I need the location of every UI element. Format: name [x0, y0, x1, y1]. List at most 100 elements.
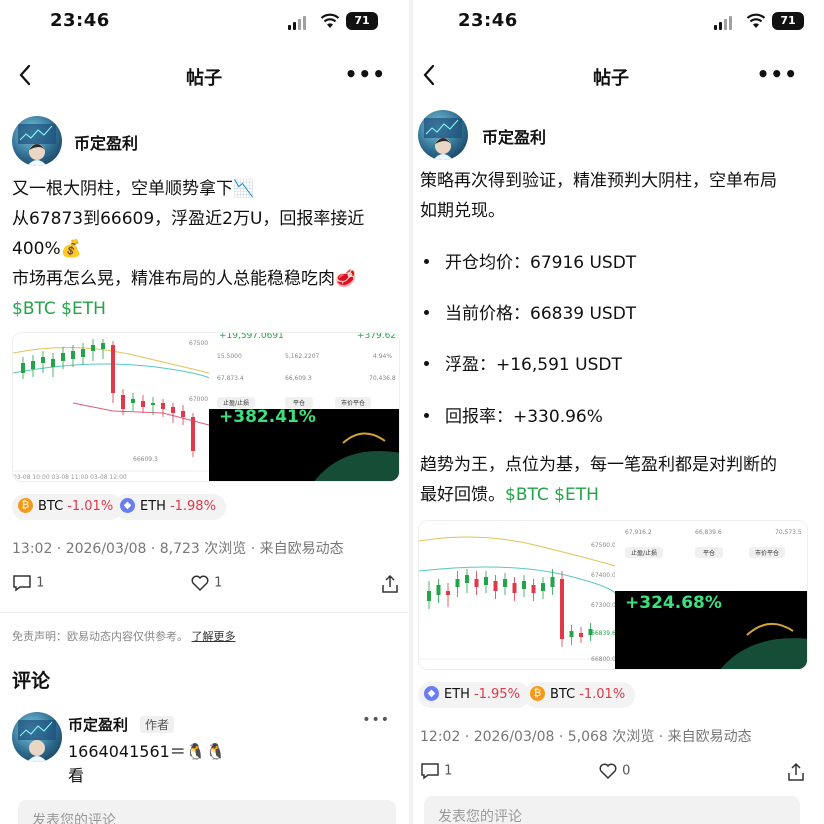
post-line: 最好回馈。 — [420, 485, 505, 505]
disclaimer-text: 免责声明：欧易动态内容仅供参考。 — [12, 630, 188, 643]
post-line: 市场再怎么晃，精准布局的人总能稳稳吃肉🥩 — [12, 269, 357, 289]
top-nav: 帖子 ••• — [0, 56, 408, 96]
bullet-dot — [424, 360, 429, 366]
btc-chip[interactable]: ₿ BTC -1.01% — [524, 682, 636, 708]
status-bar: 23:46 71 — [0, 10, 408, 36]
svg-text:67000: 67000 — [189, 396, 208, 403]
pnl-big: +382.41% — [219, 407, 316, 427]
cellular-signal-icon — [288, 16, 308, 30]
comment-input[interactable]: 发表您的评论 — [424, 796, 800, 824]
comment-author[interactable]: 币定盈利 — [68, 714, 128, 735]
learn-more-link[interactable]: 了解更多 — [192, 630, 236, 643]
battery-indicator: 71 — [346, 12, 378, 30]
bullet-item: 开仓均价：67916 USDT — [424, 248, 636, 273]
comment-item: 币定盈利 作者 ••• 1664041561＝🐧🐧 看 — [12, 712, 402, 792]
post-hashtags[interactable]: $BTC $ETH — [505, 485, 599, 505]
candle-body — [484, 577, 488, 585]
candle-body — [569, 631, 574, 637]
eth-chip[interactable]: ◆ ETH -1.95% — [418, 682, 530, 708]
chip-symbol: ETH — [140, 499, 166, 514]
candle-body — [31, 361, 35, 369]
chip-symbol: BTC — [38, 499, 64, 514]
share-button[interactable] — [380, 574, 400, 594]
candle-body — [436, 585, 441, 595]
post-line: 如期兑现。 — [420, 201, 505, 221]
like-button[interactable]: 1 — [190, 574, 222, 592]
heart-icon — [599, 763, 617, 780]
candle-body — [512, 583, 517, 593]
candle-body — [21, 363, 25, 373]
image-button: 市价平仓 — [335, 397, 372, 408]
candle-body — [151, 403, 155, 405]
comment-button[interactable]: 1 — [12, 574, 44, 592]
comment-text: 看 — [68, 766, 85, 785]
comments-heading: 评论 — [12, 670, 51, 692]
post-image[interactable]: 66609.3 67500 67000 03-08 10:00 03-08 11… — [12, 332, 400, 482]
comment-more-icon[interactable]: ••• — [362, 712, 390, 728]
cell: 70,436.8 — [369, 375, 396, 382]
post-actions: 1 1 — [12, 574, 398, 598]
candle-body — [121, 395, 125, 409]
candle-body — [455, 579, 460, 587]
candle-body — [171, 407, 175, 413]
candle-body — [161, 403, 165, 409]
chip-symbol: BTC — [550, 687, 576, 702]
post-body: 又一根大阴柱，空单顺势拿下📉 从67873到66609，浮盈近2万U，回报率接近… — [12, 174, 396, 324]
candle-body — [550, 577, 555, 587]
cell: 67,916.2 — [625, 529, 652, 536]
like-count: 0 — [622, 763, 631, 779]
eth-chip[interactable]: ◆ ETH -1.98% — [114, 494, 226, 520]
btc-chip[interactable]: ₿ BTC -1.01% — [12, 494, 124, 520]
comment-button[interactable]: 1 — [420, 762, 452, 780]
avatar[interactable] — [12, 712, 62, 762]
post-outro: 趋势为王，点位为基，每一笔盈利都是对判断的 最好回馈。$BTC $ETH — [420, 450, 810, 510]
bullet-text: 开仓均价：67916 USDT — [445, 253, 637, 273]
candle-body — [541, 583, 545, 591]
candle-body — [427, 591, 431, 601]
candlestick-chart: 67500.0 67400.0 67300.0 66839.6 66800.0 — [419, 521, 807, 669]
post-line: 趋势为王，点位为基，每一笔盈利都是对判断的 — [420, 455, 777, 475]
comment-text: 1664041561＝🐧🐧 — [68, 742, 226, 761]
candle-body — [111, 345, 115, 393]
image-button: 止盈/止损 — [625, 547, 664, 558]
like-button[interactable]: 0 — [598, 762, 630, 780]
svg-text:67500.0: 67500.0 — [591, 542, 616, 549]
post-author[interactable]: 币定盈利 — [12, 116, 312, 168]
author-name[interactable]: 币定盈利 — [482, 124, 546, 148]
wifi-icon — [746, 13, 766, 28]
candle-body — [503, 579, 507, 587]
bullet-text: 回报率：+330.96% — [445, 407, 603, 427]
page-title: 帖子 — [593, 68, 629, 89]
candle-body — [493, 581, 498, 591]
bullet-text: 浮盈：+16,591 USDT — [445, 355, 622, 375]
eth-icon: ◆ — [424, 686, 439, 701]
comment-input[interactable]: 发表您的评论 — [18, 800, 396, 824]
candle-body — [181, 411, 185, 417]
post-line: 从67873到66609，浮盈近2万U，回报率接近 — [12, 209, 365, 229]
more-options-icon[interactable]: ••• — [345, 62, 386, 86]
candle-body — [51, 359, 55, 367]
chip-change: -1.95% — [473, 687, 520, 702]
author-name[interactable]: 币定盈利 — [74, 130, 138, 154]
status-bar: 23:46 71 — [414, 10, 822, 36]
more-options-icon[interactable]: ••• — [757, 62, 798, 86]
comment-count: 1 — [36, 575, 45, 591]
cell: 66,609.3 — [285, 375, 312, 382]
bullet-item: 回报率：+330.96% — [424, 402, 603, 427]
share-button[interactable] — [786, 762, 806, 782]
post-author[interactable]: 币定盈利 — [418, 110, 718, 162]
comment-icon — [421, 763, 439, 780]
post-hashtags[interactable]: $BTC $ETH — [12, 294, 396, 324]
post-image[interactable]: 67500.0 67400.0 67300.0 66839.6 66800.0 … — [418, 520, 808, 670]
avatar[interactable] — [12, 116, 62, 166]
status-time: 23:46 — [458, 10, 518, 31]
wifi-icon — [320, 13, 340, 28]
svg-text:66839.6: 66839.6 — [591, 630, 616, 637]
right-post-screen: 23:46 71 帖子 ••• 币定盈利 策略再次得到验证，精准预判大阴柱，空单… — [414, 0, 822, 824]
share-icon — [788, 762, 804, 781]
left-post-screen: 23:46 71 帖子 ••• 币定盈利 又一根大阴柱，空单顺势拿下📉 从678… — [0, 0, 408, 824]
bullet-item: 浮盈：+16,591 USDT — [424, 350, 622, 375]
comment-icon — [13, 575, 31, 592]
candle-body — [81, 349, 85, 357]
avatar[interactable] — [418, 110, 468, 160]
